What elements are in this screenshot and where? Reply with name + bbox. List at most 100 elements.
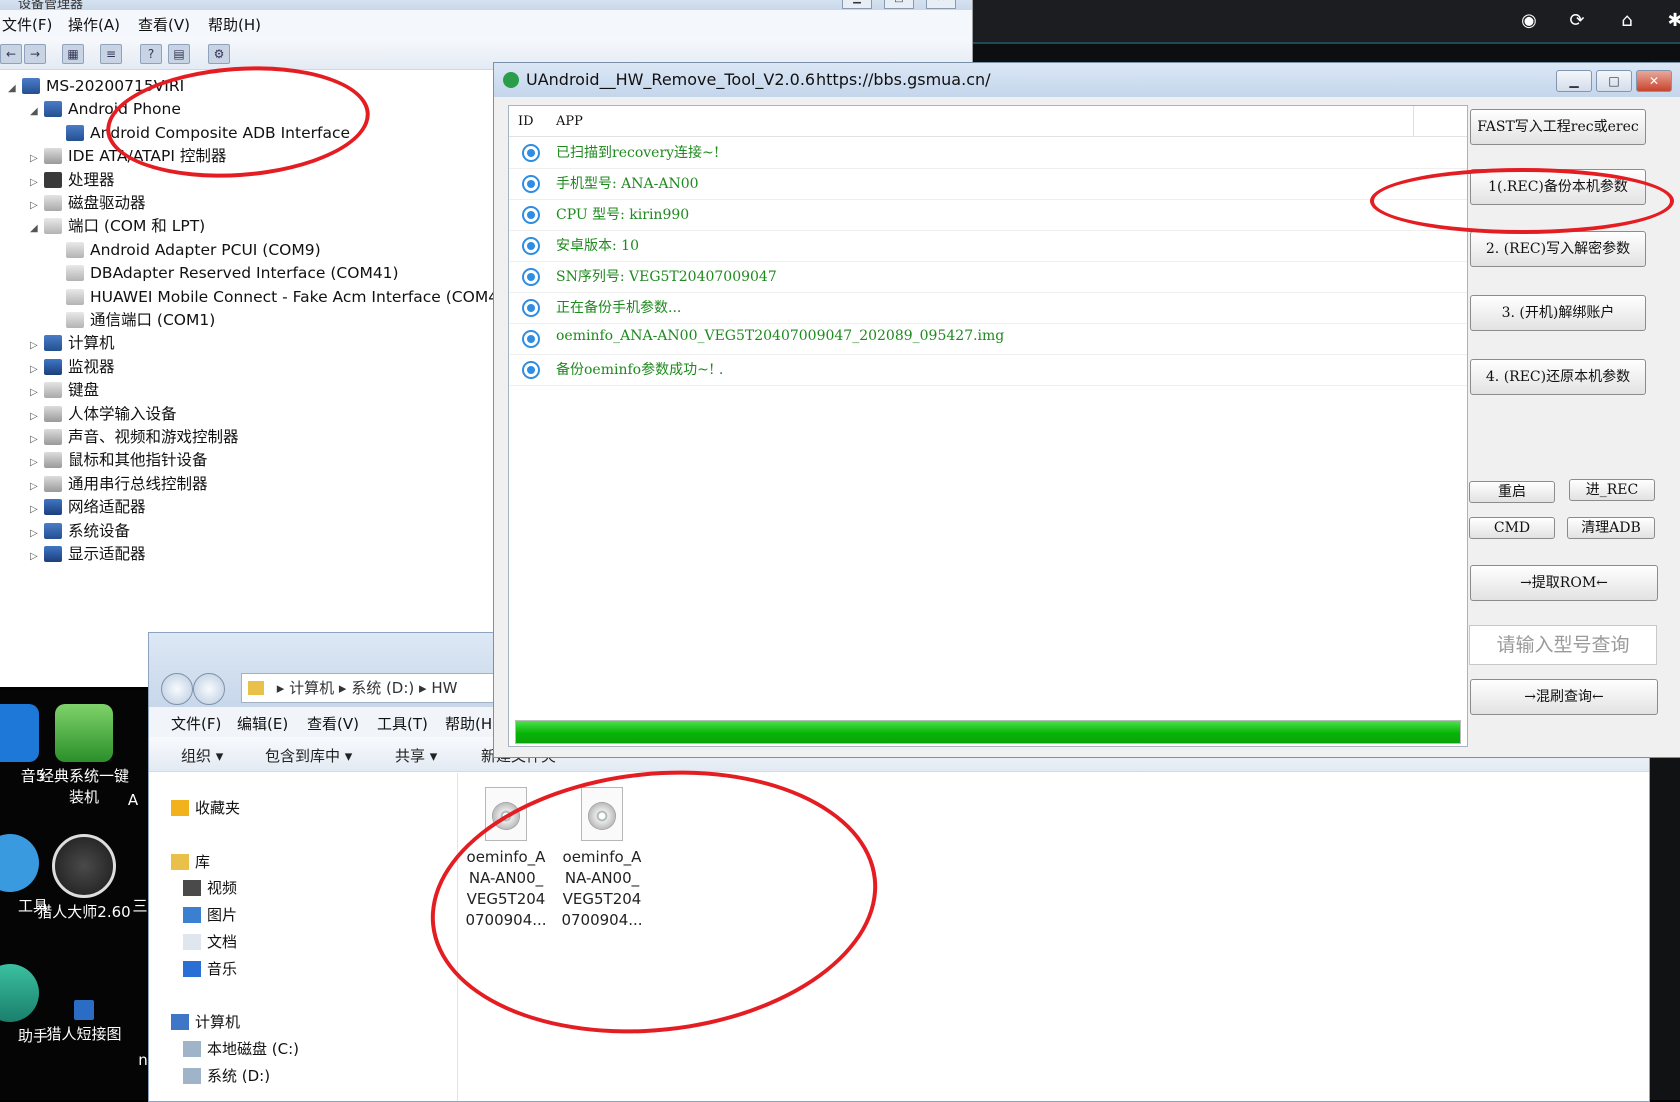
device-tree-node[interactable]: ▷ 网络适配器 bbox=[30, 495, 146, 519]
nav-pane-item[interactable]: 图片 bbox=[183, 902, 237, 928]
device-tree-label: 处理器 bbox=[68, 170, 115, 189]
clear-adb-button[interactable]: 清理ADB bbox=[1567, 517, 1655, 539]
settings-icon[interactable]: ✱ bbox=[1664, 10, 1680, 32]
device-tree-node[interactable]: ▷ 磁盘驱动器 bbox=[30, 191, 146, 215]
menu-view[interactable]: 查看(V) bbox=[307, 713, 359, 734]
desktop-icon[interactable]: 猎人短接图 bbox=[34, 1000, 134, 1045]
menu-file[interactable]: 文件(F) bbox=[2, 14, 52, 35]
device-tree-node[interactable]: HUAWEI Mobile Connect - Fake Acm Interfa… bbox=[52, 285, 508, 309]
menu-tools[interactable]: 工具(T) bbox=[377, 713, 428, 734]
device-tree-node[interactable]: ▷ 处理器 bbox=[30, 168, 115, 192]
device-tree-node[interactable]: ◢ 端口 (COM 和 LPT) bbox=[30, 214, 205, 238]
nav-pane-item[interactable]: 系统 (D:) bbox=[183, 1063, 270, 1089]
nav-pane-item[interactable]: 音乐 bbox=[183, 956, 237, 982]
collapse-arrow-icon[interactable]: ◢ bbox=[8, 77, 22, 101]
scan-hardware-icon[interactable]: ⚙ bbox=[208, 44, 230, 64]
include-in-library-button[interactable]: 包含到库中 ▾ bbox=[265, 745, 352, 766]
desktop-icon[interactable]: 猎人大师2.60 bbox=[34, 834, 134, 923]
nav-pane-item[interactable]: 视频 bbox=[183, 875, 237, 901]
menu-action[interactable]: 操作(A) bbox=[68, 14, 120, 35]
device-tree-node[interactable]: ▷ 监视器 bbox=[30, 355, 115, 379]
enter-rec-button[interactable]: 进_REC bbox=[1569, 479, 1655, 501]
desktop-icon[interactable]: A bbox=[118, 790, 148, 811]
log-row[interactable]: oeminfo_ANA-AN00_VEG5T20407009047_202089… bbox=[509, 323, 1467, 355]
column-header-id[interactable]: ID bbox=[518, 114, 534, 129]
model-query-input[interactable]: 请输入型号查询 bbox=[1469, 625, 1657, 665]
device-tree-node[interactable]: Android Adapter PCUI (COM9) bbox=[52, 238, 321, 262]
log-row[interactable]: SN序列号: VEG5T20407009047 bbox=[509, 261, 1467, 293]
maximize-button[interactable]: □ bbox=[1596, 70, 1632, 92]
device-tree-node[interactable]: ▷ 通用串行总线控制器 bbox=[30, 472, 208, 496]
restore-params-button[interactable]: 4. (REC)还原本机参数 bbox=[1470, 359, 1646, 395]
device-tree-node[interactable]: DBAdapter Reserved Interface (COM41) bbox=[52, 261, 399, 285]
log-row[interactable]: 已扫描到recovery连接~! bbox=[509, 137, 1467, 169]
globe-icon[interactable]: ◉ bbox=[1518, 10, 1540, 32]
nav-pane-item[interactable]: 收藏夹 bbox=[171, 795, 240, 821]
minimize-button[interactable]: ▁ bbox=[842, 0, 872, 9]
back-icon[interactable]: ← bbox=[0, 44, 22, 64]
collapse-arrow-icon[interactable]: ◢ bbox=[30, 217, 44, 241]
unbind-account-button[interactable]: 3. (开机)解绑账户 bbox=[1470, 295, 1646, 331]
maximize-button[interactable]: □ bbox=[884, 0, 914, 9]
refresh-icon[interactable]: ⟳ bbox=[1566, 10, 1588, 32]
tool-titlebar[interactable]: UAndroid__HW_Remove_Tool_V2.0.6 https://… bbox=[494, 63, 1680, 97]
info-icon bbox=[522, 206, 540, 224]
drive-icon bbox=[183, 1068, 201, 1084]
menu-help[interactable]: 帮助(H) bbox=[208, 14, 261, 35]
nav-pane-label: 计算机 bbox=[195, 1013, 241, 1031]
write-decrypt-params-button[interactable]: 2. (REC)写入解密参数 bbox=[1470, 231, 1646, 267]
log-row[interactable]: 正在备份手机参数... bbox=[509, 292, 1467, 324]
device-tree-node[interactable]: ▷ 键盘 bbox=[30, 378, 99, 402]
fast-write-button[interactable]: FAST写入工程rec或erec bbox=[1470, 109, 1646, 145]
breadcrumb-item[interactable]: 计算机 bbox=[289, 679, 334, 697]
log-row[interactable]: CPU 型号: kirin990 bbox=[509, 199, 1467, 231]
view-icon[interactable]: ▤ bbox=[168, 44, 190, 64]
close-button[interactable]: ✕ bbox=[1636, 70, 1672, 92]
list-header: ID APP bbox=[509, 106, 1467, 137]
expand-arrow-icon[interactable]: ▷ bbox=[30, 545, 44, 569]
flash-query-button[interactable]: →混刷查询← bbox=[1470, 679, 1658, 715]
device-tree-node[interactable]: ▷ 声音、视频和游戏控制器 bbox=[30, 425, 239, 449]
device-tree-node[interactable]: ▷ 鼠标和其他指针设备 bbox=[30, 448, 208, 472]
share-button[interactable]: 共享 ▾ bbox=[395, 745, 437, 766]
menu-edit[interactable]: 编辑(E) bbox=[237, 713, 288, 734]
desktop-icon[interactable]: 三 bbox=[130, 896, 150, 917]
device-tree-node[interactable]: ▷ 显示适配器 bbox=[30, 542, 146, 566]
minimize-button[interactable]: ▁ bbox=[1556, 70, 1592, 92]
music-icon bbox=[183, 961, 201, 977]
menu-view[interactable]: 查看(V) bbox=[138, 14, 190, 35]
nav-pane-item[interactable]: 本地磁盘 (C:) bbox=[183, 1036, 299, 1062]
port-icon bbox=[66, 241, 84, 258]
log-row[interactable]: 安卓版本: 10 bbox=[509, 230, 1467, 262]
breadcrumb-item[interactable]: HW bbox=[431, 679, 457, 697]
cmd-button[interactable]: CMD bbox=[1469, 517, 1555, 539]
list-icon[interactable]: ≡ bbox=[100, 44, 122, 64]
info-icon bbox=[522, 361, 540, 379]
log-row[interactable]: 备份oeminfo参数成功~! . bbox=[509, 354, 1467, 386]
breadcrumb-item[interactable]: 系统 (D:) bbox=[351, 679, 414, 697]
back-button[interactable] bbox=[161, 673, 193, 705]
home-icon[interactable]: ⌂ bbox=[1616, 10, 1638, 32]
column-header-app[interactable]: APP bbox=[556, 114, 583, 129]
device-tree-node[interactable]: ▷ 人体学输入设备 bbox=[30, 402, 177, 426]
forward-icon[interactable]: → bbox=[24, 44, 46, 64]
device-tree-node[interactable]: ▷ 计算机 bbox=[30, 331, 115, 355]
device-tree-node[interactable]: 通信端口 (COM1) bbox=[52, 308, 215, 332]
forward-button[interactable] bbox=[193, 673, 225, 705]
nav-pane-item[interactable]: 计算机 bbox=[171, 1009, 240, 1035]
reboot-button[interactable]: 重启 bbox=[1469, 481, 1555, 503]
organize-button[interactable]: 组织 ▾ bbox=[181, 745, 223, 766]
collapse-arrow-icon[interactable]: ◢ bbox=[30, 100, 44, 124]
extract-rom-button[interactable]: →提取ROM← bbox=[1470, 565, 1658, 601]
menu-file[interactable]: 文件(F) bbox=[171, 713, 221, 734]
log-row[interactable]: 手机型号: ANA-AN00 bbox=[509, 168, 1467, 200]
nav-pane-item[interactable]: 库 bbox=[171, 849, 210, 875]
device-tree-node[interactable]: ▷ 系统设备 bbox=[30, 519, 130, 543]
device-manager-titlebar[interactable]: 设备管理器 ▁ □ ✕ bbox=[0, 0, 972, 12]
menu-help[interactable]: 帮助(H) bbox=[445, 713, 498, 734]
nav-pane-item[interactable]: 文档 bbox=[183, 929, 237, 955]
close-button[interactable]: ✕ bbox=[926, 0, 956, 9]
device-tree-label: 计算机 bbox=[68, 334, 115, 353]
help-icon[interactable]: ? bbox=[140, 44, 162, 64]
properties-icon[interactable]: ▦ bbox=[62, 44, 84, 64]
